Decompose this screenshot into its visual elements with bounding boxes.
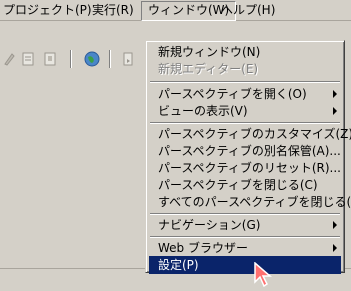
- menu-item-save-perspective-as[interactable]: パースペクティブの別名保管(A)...: [149, 142, 341, 160]
- menu-item-close-all-perspectives[interactable]: すべてのパースペクティブを閉じる(L): [149, 193, 351, 211]
- submenu-arrow-icon: [333, 244, 337, 252]
- menu-bar: プロジェクト(P) 実行(R) ウィンドウ(W) ヘルプ(H): [0, 0, 351, 21]
- edit-icon[interactable]: [2, 51, 16, 67]
- document-icon[interactable]: [21, 51, 35, 67]
- menu-separator: [150, 236, 340, 238]
- submenu-arrow-icon: [333, 221, 337, 229]
- menu-item-new-editor: 新規エディター(E): [158, 62, 259, 76]
- toolbar-separator: [109, 50, 111, 68]
- menu-item-close-perspective[interactable]: パースペクティブを閉じる(C): [149, 176, 341, 194]
- menu-separator: [150, 122, 340, 124]
- menu-run[interactable]: 実行(R): [86, 1, 140, 19]
- mouse-pointer-icon: [254, 261, 276, 291]
- menu-separator: [150, 213, 340, 215]
- menu-item-navigation[interactable]: ナビゲーション(G): [149, 216, 341, 234]
- menu-item-web-browser[interactable]: Web ブラウザー: [149, 239, 341, 257]
- menu-separator: [150, 81, 340, 83]
- menu-item-preferences[interactable]: 設定(P): [149, 256, 341, 274]
- toolbar-separator: [70, 50, 72, 68]
- globe-icon[interactable]: [84, 51, 100, 67]
- submenu-arrow-icon: [333, 90, 337, 98]
- menu-item-new-window[interactable]: 新規ウィンドウ(N): [149, 43, 341, 61]
- menu-item-customize-perspective[interactable]: パースペクティブのカスタマイズ(Z)...: [149, 125, 351, 143]
- window-menu-dropdown: 新規ウィンドウ(N) 新規エディター(E) パースペクティブを開く(O) ビュー…: [145, 40, 351, 274]
- menu-item-open-perspective[interactable]: パースペクティブを開く(O): [149, 85, 341, 103]
- submenu-arrow-icon: [333, 107, 337, 115]
- page-icon[interactable]: [121, 51, 135, 67]
- menu-project[interactable]: プロジェクト(P): [0, 1, 98, 19]
- menu-help[interactable]: ヘルプ(H): [215, 1, 281, 19]
- menu-item-show-view[interactable]: ビューの表示(V): [149, 102, 341, 120]
- file-icon[interactable]: [43, 51, 57, 67]
- menu-item-reset-perspective[interactable]: パースペクティブのリセット(R)...: [149, 159, 341, 177]
